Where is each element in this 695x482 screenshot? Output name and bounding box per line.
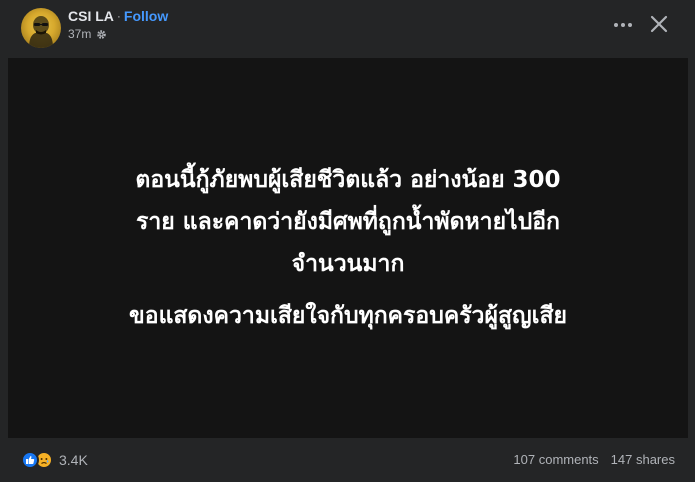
post-timestamp[interactable]: 37m — [68, 27, 91, 41]
post-footer: 3.4K 107 comments 147 shares — [0, 438, 695, 482]
close-icon[interactable] — [645, 10, 673, 38]
post-text-line: ตอนนี้กู้ภัยพบผู้เสียชีวิตแล้ว อย่างน้อย… — [135, 167, 561, 193]
reaction-count[interactable]: 3.4K — [59, 452, 88, 468]
post-text-paragraph-1: ตอนนี้กู้ภัยพบผู้เสียชีวิตแล้ว อย่างน้อย… — [48, 159, 648, 285]
post-meta: 37m — [68, 27, 107, 41]
post-header: CSI LA · Follow 37m — [0, 0, 695, 56]
reactions-summary[interactable]: 3.4K — [21, 450, 88, 470]
post-text-line: ขอแสดงความเสียใจกับทุกครอบครัวผู้สูญเสีย — [129, 303, 567, 329]
shares-count[interactable]: 147 shares — [611, 452, 675, 467]
dot-icon — [628, 23, 632, 27]
post-text-line: จำนวนมาก — [291, 251, 405, 277]
dot-icon — [614, 23, 618, 27]
more-options-button[interactable] — [605, 10, 641, 40]
post-text-line: ราย และคาดว่ายังมีศพที่ถูกน้ำพัดหายไปอีก — [136, 209, 560, 235]
gear-icon[interactable] — [96, 29, 107, 40]
separator-dot: · — [116, 9, 121, 23]
avatar-portrait-icon — [29, 16, 53, 48]
follow-button[interactable]: Follow — [124, 8, 168, 24]
dot-icon — [621, 23, 625, 27]
page-name[interactable]: CSI LA — [68, 8, 114, 24]
comments-count[interactable]: 107 comments — [513, 452, 598, 467]
thumbs-up-icon — [26, 456, 35, 464]
name-row: CSI LA · Follow — [68, 8, 168, 24]
like-icon — [21, 451, 39, 469]
facebook-post: CSI LA · Follow 37m ตอนนี้กู้ภัยพบผู้เสี… — [0, 0, 695, 482]
text-post-card[interactable]: ตอนนี้กู้ภัยพบผู้เสียชีวิตแล้ว อย่างน้อย… — [8, 58, 688, 438]
sad-face-icon — [40, 458, 49, 464]
engagement-stats: 107 comments 147 shares — [513, 450, 675, 468]
avatar[interactable] — [21, 8, 61, 48]
post-text-paragraph-2: ขอแสดงความเสียใจกับทุกครอบครัวผู้สูญเสีย — [48, 295, 648, 337]
